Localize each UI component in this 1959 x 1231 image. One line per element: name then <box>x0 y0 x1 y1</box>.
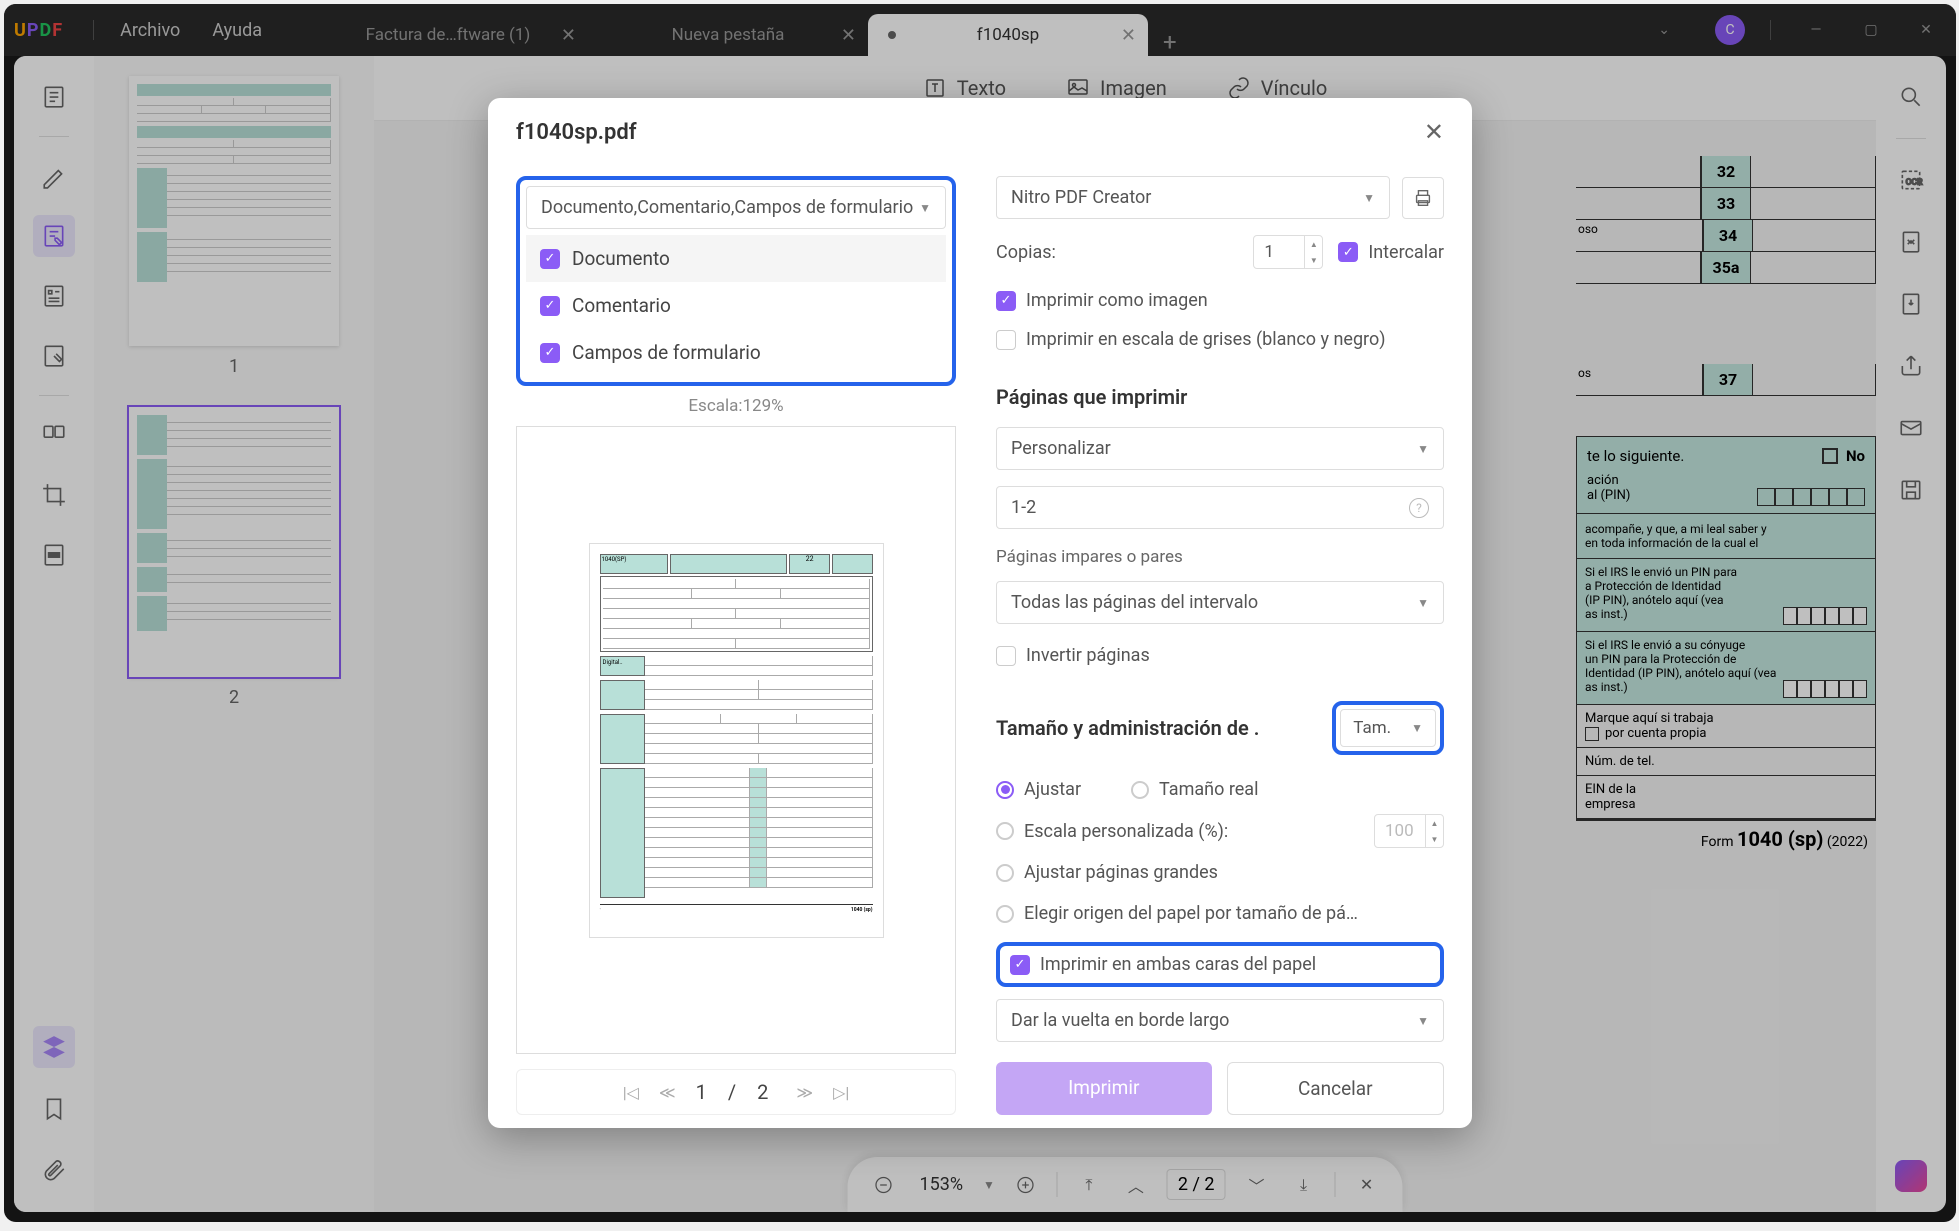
intercalar-label: Intercalar <box>1368 242 1444 263</box>
print-dialog: f1040sp.pdf ✕ Documento,Comentario,Campo… <box>488 98 1472 1128</box>
print-image-label: Imprimir como imagen <box>1026 290 1208 311</box>
preview-page-nav: |◁ ≪ 1 / 2 ≫ ▷| <box>516 1069 956 1115</box>
radio-custom-scale[interactable] <box>996 822 1014 840</box>
chevron-down-icon: ▼ <box>1417 1014 1429 1028</box>
chevron-down-icon: ▼ <box>1363 191 1375 205</box>
first-page-icon[interactable]: |◁ <box>623 1083 639 1102</box>
invert-label: Invertir páginas <box>1026 645 1150 666</box>
select-value: Personalizar <box>1011 438 1111 459</box>
pages-mode-select[interactable]: Personalizar ▼ <box>996 427 1444 470</box>
page-display: 1 / 2 <box>696 1080 777 1104</box>
paper-source-label: Elegir origen del papel por tamaño de pá… <box>1024 903 1358 924</box>
modal-close-button[interactable]: ✕ <box>1424 118 1444 146</box>
fit-large-label: Ajustar páginas grandes <box>1024 862 1218 883</box>
option-documento[interactable]: ✓ Documento <box>526 235 946 282</box>
grayscale-label: Imprimir en escala de grises (blanco y n… <box>1026 329 1386 350</box>
custom-scale-label: Escala personalizada (%): <box>1024 821 1228 842</box>
printer-settings-button[interactable] <box>1402 177 1444 219</box>
input-value: 1-2 <box>1011 497 1036 518</box>
prev-page-icon[interactable]: ≪ <box>659 1083 676 1102</box>
checkbox-print-image[interactable]: ✓ <box>996 291 1016 311</box>
checkbox-icon: ✓ <box>540 296 560 316</box>
flip-edge-select[interactable]: Dar la vuelta en borde largo ▼ <box>996 999 1444 1042</box>
checkbox-icon: ✓ <box>540 249 560 269</box>
option-label: Documento <box>572 247 670 270</box>
printer-select[interactable]: Nitro PDF Creator ▼ <box>996 176 1390 219</box>
spinner-up-icon[interactable]: ▲ <box>1305 236 1322 252</box>
content-dropdown[interactable]: Documento,Comentario,Campos de formulari… <box>526 186 946 229</box>
option-label: Comentario <box>572 294 671 317</box>
option-label: Campos de formulario <box>572 341 761 364</box>
radio-fit[interactable] <box>996 781 1014 799</box>
spinner-down-icon[interactable]: ▼ <box>1305 252 1322 268</box>
modal-overlay: f1040sp.pdf ✕ Documento,Comentario,Campo… <box>4 4 1956 1222</box>
last-page-icon[interactable]: ▷| <box>833 1083 849 1102</box>
odd-even-label: Páginas impares o pares <box>996 547 1444 567</box>
spinner-up-icon[interactable]: ▲ <box>1426 815 1443 831</box>
scale-input[interactable]: 100 ▲▼ <box>1374 814 1444 848</box>
print-preview: 1040(SP) 22 <box>516 426 956 1054</box>
odd-even-select[interactable]: Todas las páginas del intervalo ▼ <box>996 581 1444 624</box>
option-campos[interactable]: ✓ Campos de formulario <box>526 329 946 376</box>
print-button[interactable]: Imprimir <box>996 1062 1212 1115</box>
pages-heading: Páginas que imprimir <box>996 385 1444 409</box>
size-select[interactable]: Tam. ▼ <box>1340 709 1436 747</box>
chevron-down-icon: ▼ <box>1417 596 1429 610</box>
spinner-down-icon[interactable]: ▼ <box>1426 831 1443 847</box>
copies-input[interactable]: 1 ▲▼ <box>1253 235 1323 269</box>
dropdown-value: Documento,Comentario,Campos de formulari… <box>541 197 913 218</box>
preview-page: 1040(SP) 22 <box>589 543 884 938</box>
chevron-down-icon: ▼ <box>919 201 931 215</box>
help-icon[interactable]: ? <box>1409 498 1429 518</box>
chevron-down-icon: ▼ <box>1411 721 1423 735</box>
actual-label: Tamaño real <box>1159 779 1258 800</box>
checkbox-both-sides[interactable]: ✓ <box>1010 955 1030 975</box>
checkbox-intercalar[interactable]: ✓ <box>1338 242 1358 262</box>
radio-fit-large[interactable] <box>996 864 1014 882</box>
size-heading: Tamaño y administración de . <box>996 716 1259 740</box>
select-value: Tam. <box>1353 718 1391 738</box>
next-page-icon[interactable]: ≫ <box>796 1083 813 1102</box>
fit-label: Ajustar <box>1024 779 1081 800</box>
radio-paper-source[interactable] <box>996 905 1014 923</box>
checkbox-icon: ✓ <box>540 343 560 363</box>
chevron-down-icon: ▼ <box>1417 442 1429 456</box>
printer-name: Nitro PDF Creator <box>1011 187 1151 208</box>
select-value: Todas las páginas del intervalo <box>1011 592 1258 613</box>
checkbox-grayscale[interactable] <box>996 330 1016 350</box>
radio-actual[interactable] <box>1131 781 1149 799</box>
copies-label: Copias: <box>996 242 1238 263</box>
checkbox-invert[interactable] <box>996 646 1016 666</box>
select-value: Dar la vuelta en borde largo <box>1011 1010 1229 1031</box>
modal-title: f1040sp.pdf <box>516 120 637 145</box>
both-sides-label: Imprimir en ambas caras del papel <box>1040 954 1316 975</box>
page-range-input[interactable]: 1-2 ? <box>996 486 1444 529</box>
option-comentario[interactable]: ✓ Comentario <box>526 282 946 329</box>
cancel-button[interactable]: Cancelar <box>1227 1062 1445 1115</box>
scale-label: Escala:129% <box>516 396 956 416</box>
